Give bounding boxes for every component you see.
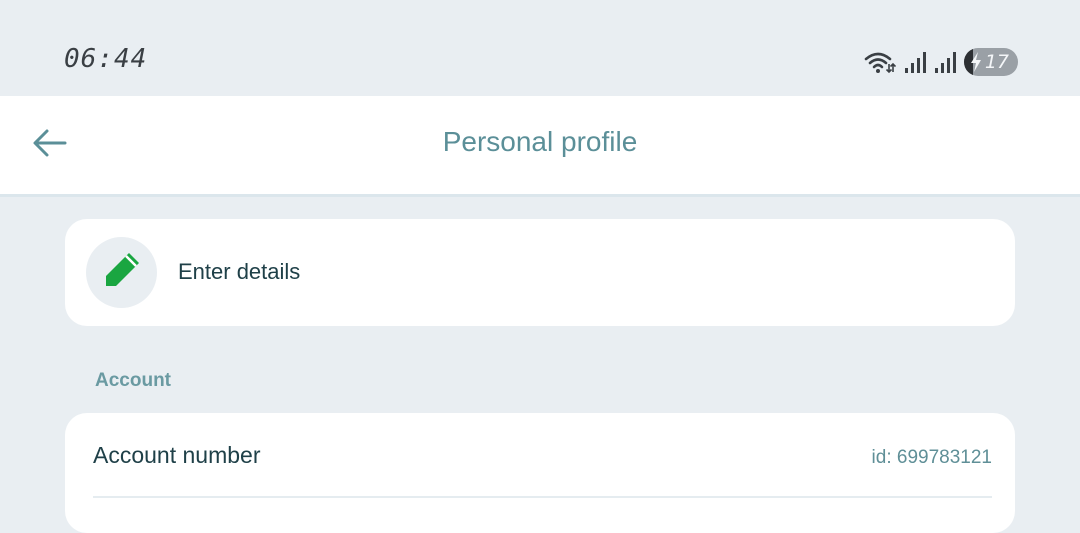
divider — [93, 496, 992, 498]
account-card: Account number id: 699783121 — [65, 413, 1015, 533]
page-title: Personal profile — [442, 126, 638, 157]
account-number-label: Account number — [93, 442, 261, 468]
status-icons: 17 — [864, 46, 1018, 78]
signal-icon — [904, 50, 926, 74]
app-header: Personal profile — [0, 96, 1080, 197]
signal-icon — [934, 50, 956, 74]
battery-level: 17 — [984, 51, 1009, 73]
enter-details-label: Enter details — [178, 259, 301, 284]
account-number-row[interactable]: Account number id: 699783121 — [65, 413, 1015, 498]
account-section-heading: Account — [95, 370, 171, 391]
status-time: 06:44 — [64, 44, 148, 74]
pencil-icon — [102, 250, 142, 295]
battery-icon: 17 — [964, 48, 1018, 76]
enter-details-button[interactable]: Enter details — [65, 219, 1015, 326]
account-number-value: id: 699783121 — [871, 447, 992, 468]
status-bar: 06:44 17 — [0, 0, 1080, 96]
pencil-icon-container — [86, 237, 157, 308]
wifi-icon — [864, 50, 896, 74]
